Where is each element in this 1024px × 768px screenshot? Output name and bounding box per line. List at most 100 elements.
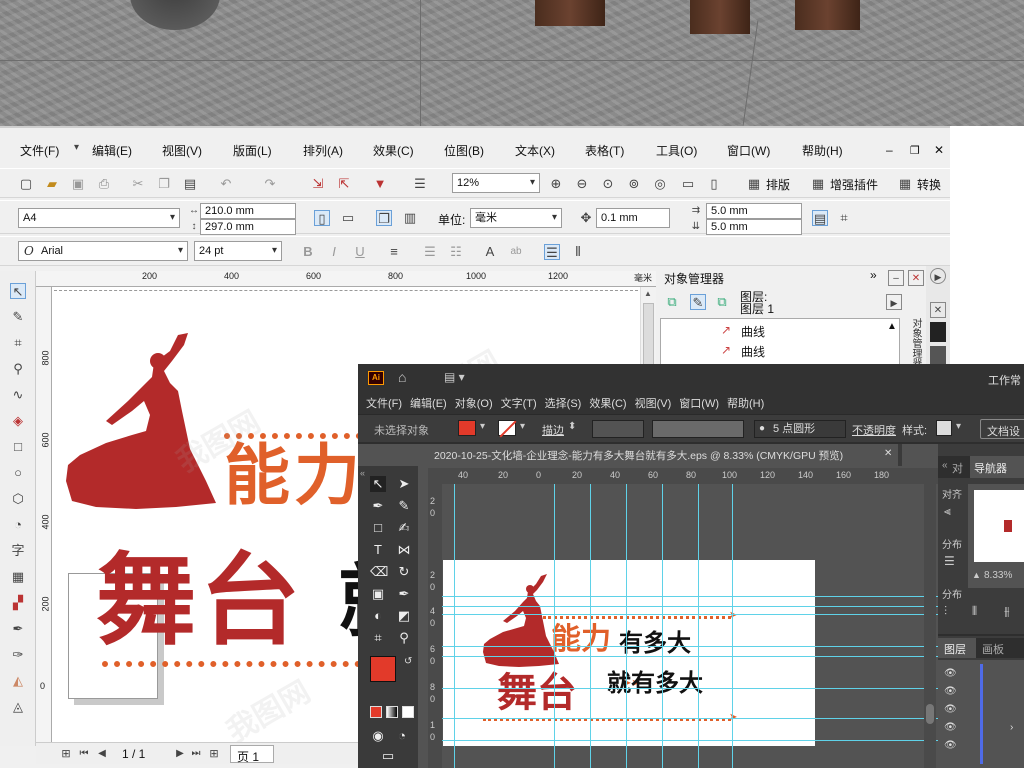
horizontal-text-icon[interactable]: ☰ <box>544 244 560 260</box>
export-icon[interactable]: ⇱ <box>336 176 352 192</box>
paintbrush-icon[interactable]: ✍ <box>396 520 412 536</box>
freehand-tool-icon[interactable]: ∿ <box>10 387 26 403</box>
color-swatch[interactable] <box>930 346 946 366</box>
portrait-icon[interactable]: ▯ <box>314 210 330 226</box>
color-mode-icon[interactable] <box>370 706 382 718</box>
arrange-documents-icon[interactable]: ▤ ▾ <box>444 370 465 384</box>
stroke-label[interactable]: 描边 <box>542 422 564 438</box>
menu-layout[interactable]: 版面(L) <box>233 142 272 159</box>
color-swatch[interactable] <box>930 322 946 342</box>
document-setup-button[interactable]: 文档设 <box>980 419 1024 439</box>
collapse-icon[interactable]: » <box>870 268 877 282</box>
shape-tool-icon[interactable]: ✎ <box>10 309 26 325</box>
add-page-end-icon[interactable]: ⊞ <box>206 746 222 762</box>
stroke-dropdown-icon[interactable]: ▾ <box>520 421 525 432</box>
menu-file[interactable]: 文件(F) <box>20 142 59 159</box>
new-document-icon[interactable]: ▢ <box>18 176 34 192</box>
undo-icon[interactable]: ↶ <box>218 176 234 192</box>
guide-line[interactable] <box>554 484 555 768</box>
docker-x-icon[interactable]: ✕ <box>930 302 946 318</box>
artboards-tab[interactable]: 画板 <box>982 641 1004 657</box>
menu-effects[interactable]: 效果(C) <box>373 142 414 159</box>
menu-view[interactable]: 视图(V) <box>162 142 202 159</box>
options-icon[interactable]: ☰ <box>412 176 428 192</box>
ai-menu-edit[interactable]: 编辑(E) <box>410 395 447 411</box>
ai-vertical-scrollbar[interactable] <box>924 484 936 768</box>
ai-scroll-thumb[interactable] <box>926 704 934 724</box>
last-page-icon[interactable]: ⏭ <box>188 746 204 762</box>
ai-menu-file[interactable]: 文件(F) <box>366 395 402 411</box>
pen-tool-icon[interactable]: ✒ <box>370 498 386 514</box>
fill-color-swatch[interactable] <box>458 420 476 436</box>
stroke-stepper-icon[interactable]: ⬍ <box>568 421 576 432</box>
crop-tool-icon[interactable]: ⌗ <box>10 335 26 351</box>
add-page-icon[interactable]: ⊞ <box>58 746 74 762</box>
treat-as-filled-icon[interactable]: ▤ <box>812 210 828 226</box>
guide-line[interactable] <box>732 484 733 768</box>
eyedropper-icon[interactable]: ✒ <box>396 586 412 602</box>
live-paint-icon[interactable]: ◩ <box>396 608 412 624</box>
guide-line[interactable] <box>442 718 938 719</box>
menu-edit[interactable]: 编辑(E) <box>92 142 132 159</box>
menu-tools[interactable]: 工具(O) <box>656 142 697 159</box>
list-scroll-up-icon[interactable]: ▲ <box>887 321 897 332</box>
guide-line[interactable] <box>442 688 938 689</box>
opacity-label[interactable]: 不透明度 <box>852 422 896 438</box>
style-swatch[interactable] <box>936 420 952 436</box>
redo-icon[interactable]: ↷ <box>262 176 278 192</box>
selection-tool-icon[interactable]: ↖ <box>370 476 386 492</box>
guide-line[interactable] <box>698 484 699 768</box>
copy-icon[interactable]: ❐ <box>156 176 172 192</box>
navigator-preview[interactable] <box>974 490 1024 562</box>
draw-mode-icon[interactable]: ◉ <box>370 728 386 744</box>
stroke-color-swatch[interactable] <box>498 420 517 438</box>
font-name-select[interactable]: Arial <box>18 241 188 261</box>
artboard-tool-icon[interactable]: ⌗ <box>370 630 386 646</box>
ai-menu-object[interactable]: 对象(O) <box>455 395 493 411</box>
unit-select[interactable]: 毫米 <box>470 208 562 228</box>
gradient-mode-icon[interactable] <box>386 706 398 718</box>
current-page-icon[interactable]: ▥ <box>402 210 418 226</box>
page-height-field[interactable]: 297.0 mm <box>200 219 296 235</box>
distribute-space-h-icon[interactable]: ⫴ <box>972 604 977 619</box>
panel-collapse-icon[interactable]: « <box>942 460 948 471</box>
distribute-top-icon[interactable]: ☰ <box>944 554 955 568</box>
arrange-button[interactable]: 排版 <box>766 176 790 193</box>
guide-line[interactable] <box>442 656 938 657</box>
plugin-button[interactable]: 增强插件 <box>830 176 878 193</box>
drop-cap-icon[interactable]: ☷ <box>448 244 464 260</box>
guide-line[interactable] <box>626 484 627 768</box>
table-tool-icon[interactable]: ▦ <box>10 569 26 585</box>
guide-line[interactable] <box>590 484 591 768</box>
object-item[interactable]: 曲线 <box>741 323 765 340</box>
guide-line[interactable] <box>442 596 938 597</box>
zoom-in-icon[interactable]: ⊕ <box>548 176 564 192</box>
visibility-eye-icon[interactable]: 👁 <box>944 704 957 715</box>
snap-options-icon[interactable]: ⌗ <box>836 210 852 226</box>
docker-minimize-icon[interactable]: – <box>888 270 904 286</box>
eyedropper-icon[interactable]: ✒ <box>10 621 26 637</box>
workspace-switcher[interactable]: 工作常 <box>988 372 1021 388</box>
object-item[interactable]: 曲线 <box>741 343 765 360</box>
brush-definition[interactable]: ● 5 点圆形 <box>754 420 846 438</box>
zoom-tool-icon[interactable]: ⚲ <box>10 361 26 377</box>
plugin-icon[interactable]: ▦ <box>810 176 826 192</box>
interactive-fill-icon[interactable]: ◬ <box>10 699 26 715</box>
flyout-arrow-icon[interactable]: ▶ <box>886 294 902 310</box>
publish-pdf-icon[interactable]: ▼ <box>372 176 388 192</box>
document-tab[interactable]: 2020-10-25-文化墙-企业理念-能力有多大舞台就有多大.eps @ 8.… <box>428 444 898 466</box>
ai-menu-view[interactable]: 视图(V) <box>635 395 672 411</box>
navigator-zoom-value[interactable]: 8.33% <box>984 570 1012 581</box>
ai-menu-window[interactable]: 窗口(W) <box>679 395 719 411</box>
outline-pen-icon[interactable]: ✑ <box>10 647 26 663</box>
menu-window[interactable]: 窗口(W) <box>727 142 770 159</box>
zoom-out-icon[interactable]: ⊖ <box>574 176 590 192</box>
nudge-distance-field[interactable]: 0.1 mm <box>596 208 670 228</box>
bullet-list-icon[interactable]: ☰ <box>422 244 438 260</box>
docker-side-tab[interactable]: 对象管理器 <box>908 318 923 368</box>
reflect-tool-icon[interactable]: ⋈ <box>396 542 412 558</box>
distribute-space-icon[interactable]: ⫶ <box>944 604 947 619</box>
menu-help[interactable]: 帮助(H) <box>802 142 843 159</box>
variable-width-profile[interactable] <box>652 420 744 438</box>
none-mode-icon[interactable] <box>402 706 414 718</box>
